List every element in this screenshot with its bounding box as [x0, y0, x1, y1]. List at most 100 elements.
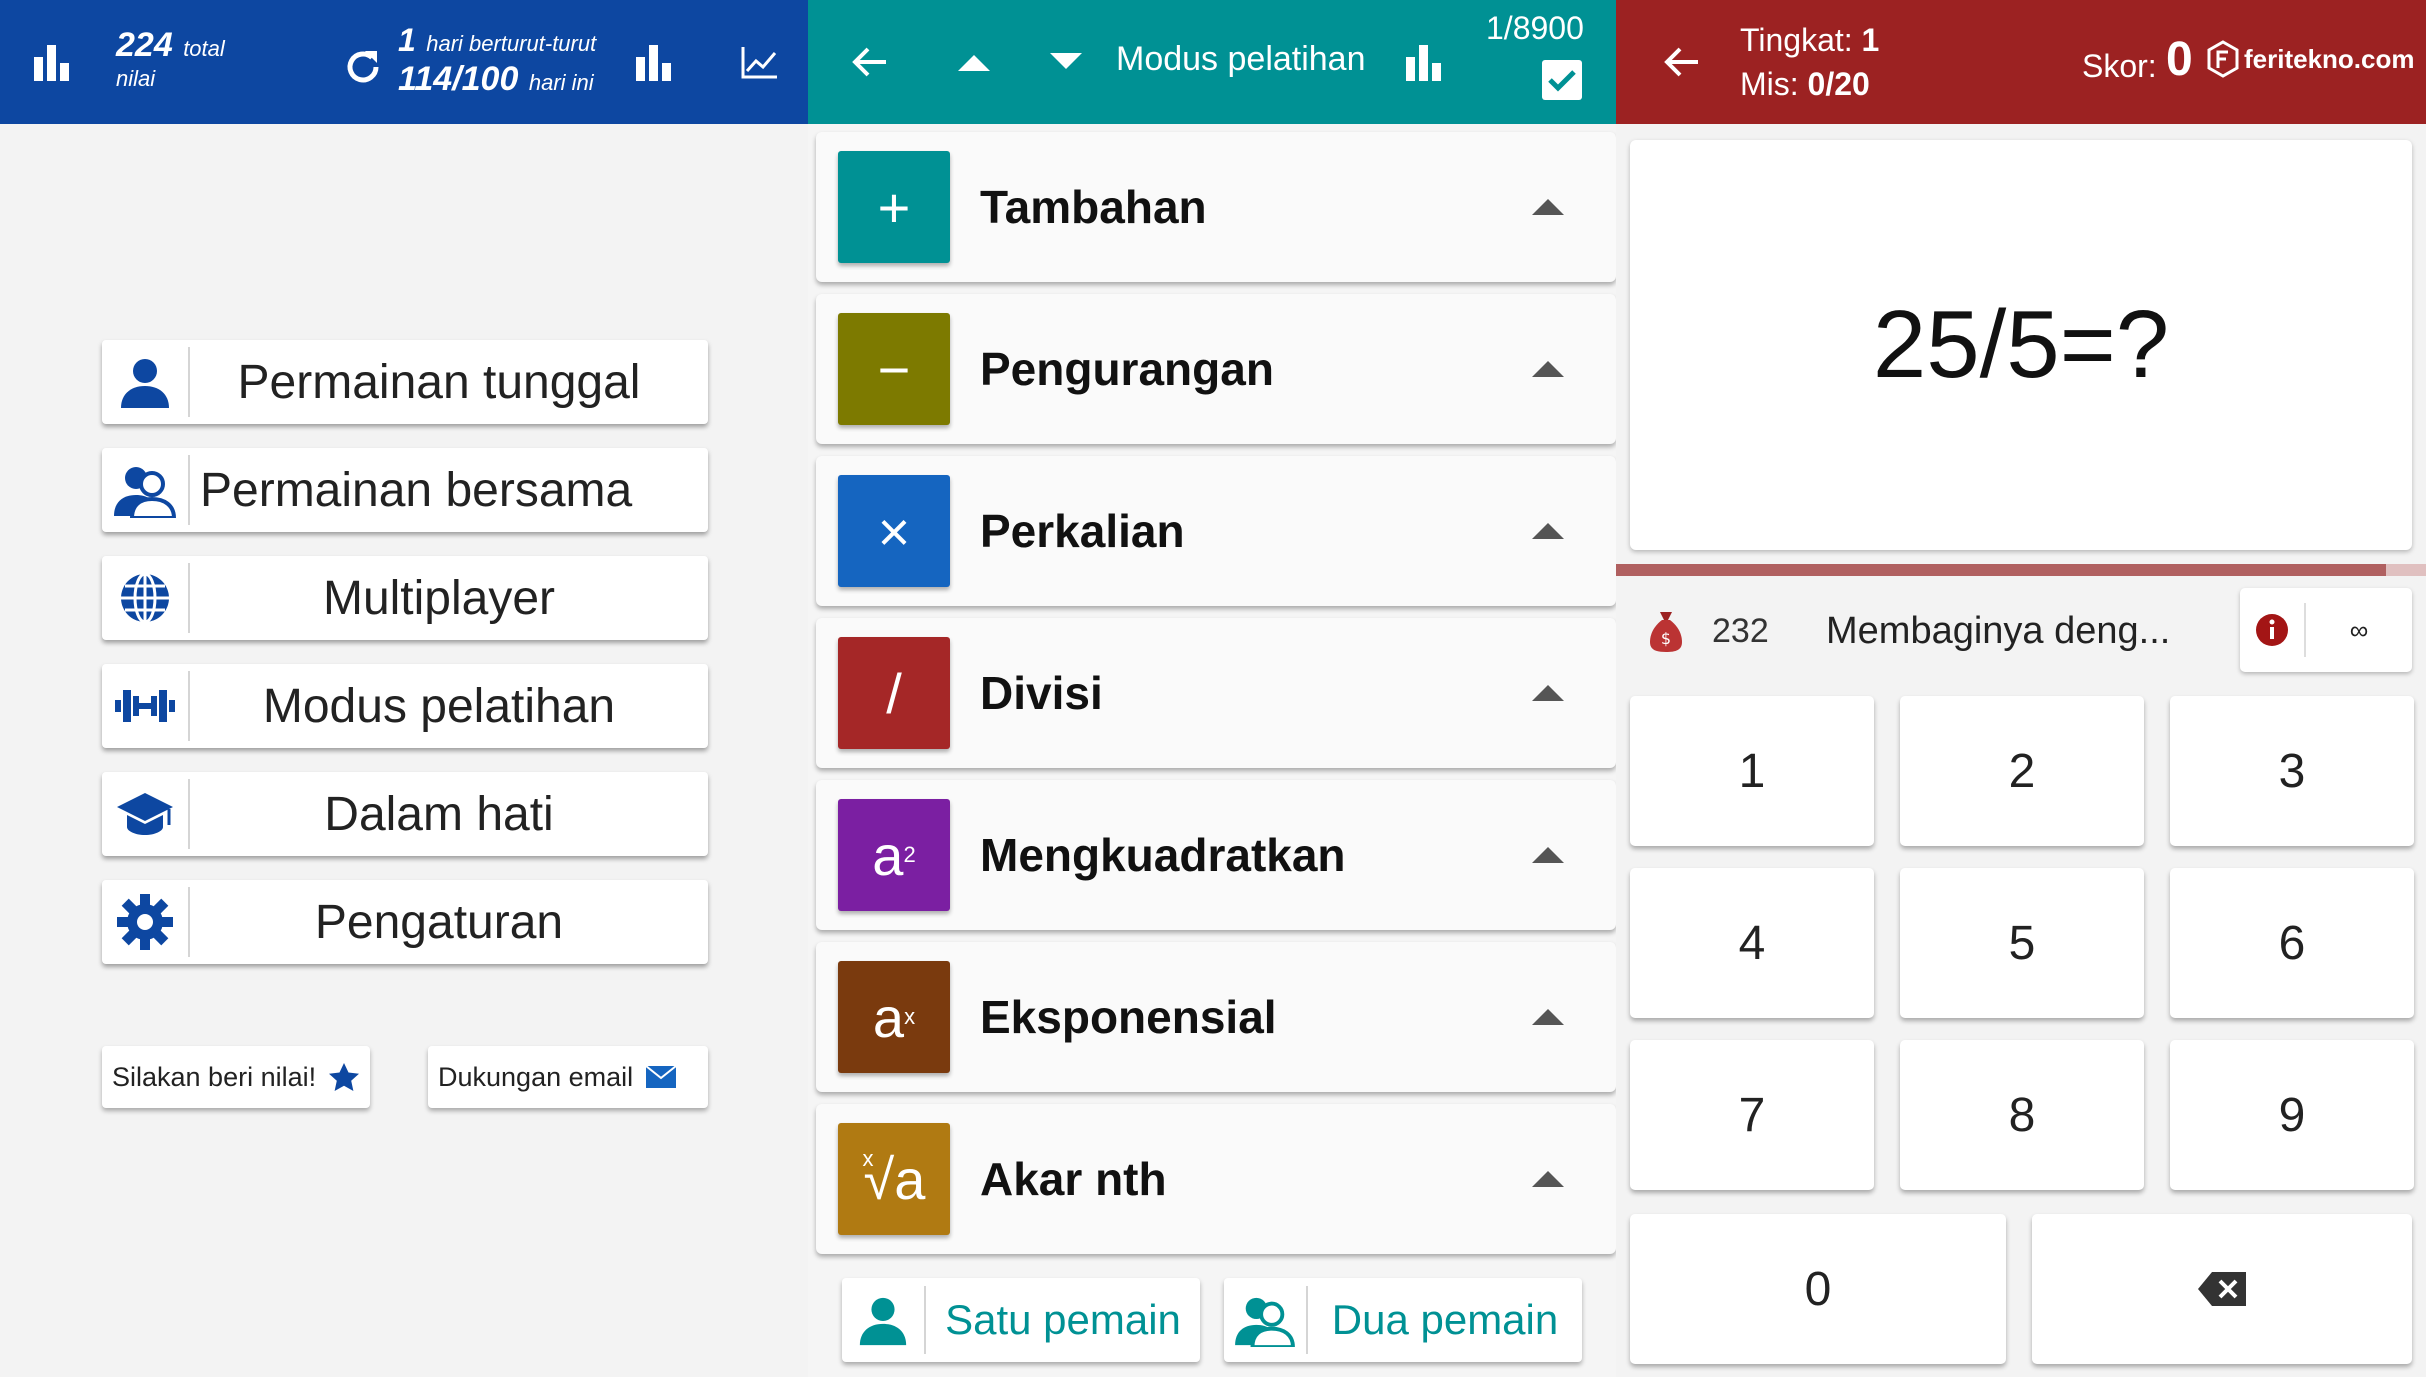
- menu-single-player[interactable]: Permainan tunggal: [102, 340, 708, 424]
- coin-count: 232: [1712, 611, 1769, 650]
- menu-label: Permainan tunggal: [237, 355, 641, 409]
- key-2[interactable]: 2: [1900, 696, 2144, 846]
- menu-label: Modus pelatihan: [262, 679, 616, 733]
- person-icon: [102, 347, 190, 417]
- coin-display: $ 232: [1648, 608, 1769, 654]
- category-name: Tambahan: [980, 181, 1207, 233]
- key-0[interactable]: 0: [1630, 1214, 2006, 1364]
- stats-icon[interactable]: [28, 38, 76, 86]
- email-support-button[interactable]: Dukungan email: [428, 1046, 708, 1108]
- category-eksponensial[interactable]: a x Eksponensial: [816, 942, 1616, 1092]
- home-panel: 224 total nilai 1 hari berturut-turut 11…: [0, 0, 808, 1377]
- key-7[interactable]: 7: [1630, 1040, 1874, 1190]
- people-icon: [1224, 1286, 1308, 1354]
- backspace-icon: [2198, 1272, 2246, 1306]
- chevron-up-icon[interactable]: [1532, 523, 1564, 539]
- infinity-toggle[interactable]: ∞: [2306, 615, 2412, 646]
- checkbox-checked-icon[interactable]: [1542, 60, 1582, 100]
- one-player-button[interactable]: Satu pemain: [842, 1278, 1200, 1362]
- time-progress-fill: [1616, 564, 2386, 576]
- gear-icon: [102, 887, 190, 957]
- streak-count: 1: [398, 22, 416, 58]
- category-symbol-icon: a2: [838, 799, 950, 911]
- nilai-label: nilai: [116, 66, 156, 91]
- rate-label: Silakan beri nilai!: [112, 1061, 317, 1092]
- graduation-cap-icon: [102, 779, 190, 849]
- key-8[interactable]: 8: [1900, 1040, 2144, 1190]
- watermark: feritekno.com: [2206, 40, 2415, 78]
- category-name: Perkalian: [980, 505, 1185, 557]
- training-title: Modus pelatihan: [1116, 40, 1366, 78]
- menu-label: Pengaturan: [314, 895, 564, 949]
- hint-text: Membaginya deng...: [1826, 610, 2171, 652]
- chevron-up-icon[interactable]: [1532, 685, 1564, 701]
- key-4[interactable]: 4: [1630, 868, 1874, 1018]
- training-top-bar: Modus pelatihan 1/8900: [808, 0, 1616, 124]
- svg-text:$: $: [1661, 629, 1671, 648]
- category-symbol-icon: −: [838, 313, 950, 425]
- two-player-label: Dua pemain: [1331, 1296, 1559, 1343]
- category-pengurangan[interactable]: − Pengurangan: [816, 294, 1616, 444]
- email-label: Dukungan email: [438, 1061, 634, 1092]
- category-symbol-icon: ×: [838, 475, 950, 587]
- person-icon: [842, 1286, 926, 1354]
- total-label: total: [183, 36, 225, 61]
- category-symbol-icon: /: [838, 637, 950, 749]
- category-akar-nth[interactable]: x √a Akar nth: [816, 1104, 1616, 1254]
- back-arrow-icon[interactable]: [1658, 38, 1706, 86]
- key-9[interactable]: 9: [2170, 1040, 2414, 1190]
- streak-label: hari berturut-turut: [426, 31, 597, 56]
- total-score: 224: [116, 26, 173, 64]
- today-progress: 114/100: [398, 60, 519, 98]
- two-player-button[interactable]: Dua pemain: [1224, 1278, 1582, 1362]
- category-name: Mengkuadratkan: [980, 829, 1346, 881]
- category-perkalian[interactable]: × Perkalian: [816, 456, 1616, 606]
- dumbbell-icon: [102, 671, 190, 741]
- miss-label: Mis:: [1740, 66, 1799, 102]
- globe-icon: [102, 563, 190, 633]
- chevron-up-icon[interactable]: [1532, 1171, 1564, 1187]
- category-mengkuadratkan[interactable]: a 2 Mengkuadratkan: [816, 780, 1616, 930]
- menu-label: Permainan bersama: [200, 463, 633, 517]
- miss-value: 0/20: [1807, 66, 1870, 102]
- menu-label: Dalam hati: [324, 787, 554, 841]
- key-6[interactable]: 6: [2170, 868, 2414, 1018]
- arrow-up-icon[interactable]: [954, 44, 994, 80]
- category-symbol-icon: +: [838, 151, 950, 263]
- category-symbol-icon: ax: [838, 961, 950, 1073]
- score-label: Skor:: [2082, 48, 2157, 84]
- category-divisi[interactable]: / Divisi: [816, 618, 1616, 768]
- chevron-up-icon[interactable]: [1532, 199, 1564, 215]
- chevron-up-icon[interactable]: [1532, 361, 1564, 377]
- category-tambahan[interactable]: + Tambahan: [816, 132, 1616, 282]
- hint-controls: ∞: [2240, 588, 2412, 672]
- today-label: hari ini: [528, 70, 594, 95]
- line-chart-icon[interactable]: [736, 38, 784, 86]
- home-top-bar: 224 total nilai 1 hari berturut-turut 11…: [0, 0, 808, 124]
- menu-mental[interactable]: Dalam hati: [102, 772, 708, 856]
- category-name: Divisi: [980, 667, 1103, 719]
- people-icon: [102, 455, 190, 525]
- category-name: Eksponensial: [980, 991, 1277, 1043]
- rate-button[interactable]: Silakan beri nilai!: [102, 1046, 371, 1108]
- menu-multi-local[interactable]: Permainan bersama: [102, 448, 708, 532]
- menu-settings[interactable]: Pengaturan: [102, 880, 708, 964]
- key-1[interactable]: 1: [1630, 696, 1874, 846]
- chevron-up-icon[interactable]: [1532, 847, 1564, 863]
- backspace-button[interactable]: [2032, 1214, 2412, 1364]
- menu-label: Multiplayer: [322, 571, 556, 625]
- back-arrow-icon[interactable]: [846, 38, 894, 86]
- arrow-down-icon[interactable]: [1046, 44, 1086, 80]
- key-3[interactable]: 3: [2170, 696, 2414, 846]
- menu-multiplayer[interactable]: Multiplayer: [102, 556, 708, 640]
- bar-chart-icon[interactable]: [630, 38, 678, 86]
- level-value: 1: [1861, 22, 1880, 58]
- refresh-icon[interactable]: [340, 44, 386, 90]
- menu-training[interactable]: Modus pelatihan: [102, 664, 708, 748]
- bar-chart-icon[interactable]: [1400, 38, 1448, 86]
- chevron-up-icon[interactable]: [1532, 1009, 1564, 1025]
- time-progress-track: [1616, 564, 2426, 576]
- category-symbol-icon: x √a: [838, 1123, 950, 1235]
- key-5[interactable]: 5: [1900, 868, 2144, 1018]
- info-icon[interactable]: [2240, 603, 2306, 657]
